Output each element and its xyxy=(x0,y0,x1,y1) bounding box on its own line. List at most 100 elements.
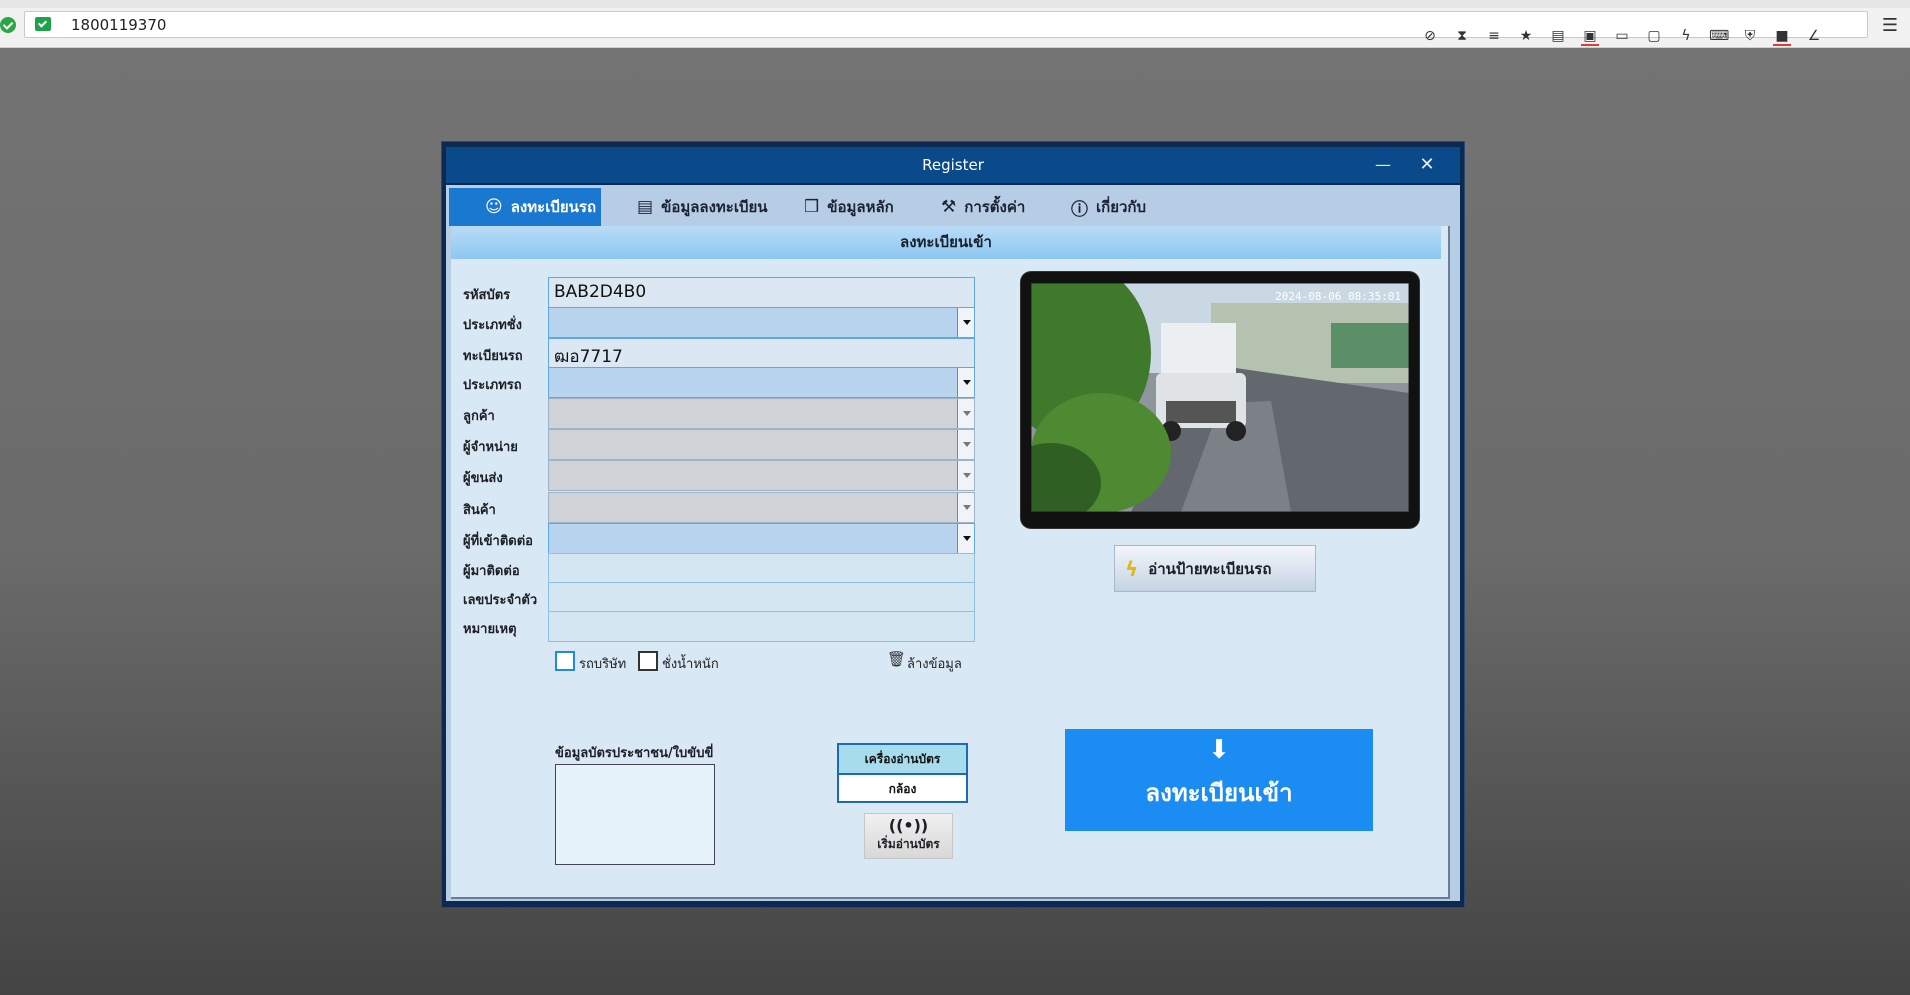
chevron-down-icon[interactable] xyxy=(957,308,974,337)
hourglass-icon[interactable]: ⧗ xyxy=(1453,28,1471,44)
browser-toolbar: 1800119370 ⊘ ⧗ ≡ ★ ▤ ▣ ▭ ▢ ϟ ⌨ ⛨ ■ ∠ ☰ xyxy=(0,0,1910,48)
download-arrow-icon: ⬇ xyxy=(1208,735,1230,765)
plate-field[interactable]: ฒอ7717 xyxy=(548,338,975,369)
shield-icon[interactable]: ⛨ xyxy=(1741,28,1759,44)
chevron-down-icon[interactable] xyxy=(957,399,974,428)
tab-label: การตั้งค่า xyxy=(964,198,1026,216)
host-contact-select[interactable] xyxy=(548,523,975,554)
visitor-label: ผู้มาติดต่อ xyxy=(463,564,520,579)
supplier-select[interactable] xyxy=(548,429,975,460)
car-icon: ☺ xyxy=(485,197,503,217)
section-title: ลงทะเบียนเข้า xyxy=(451,226,1441,259)
reader-icon[interactable]: ■ xyxy=(1773,28,1791,46)
weigh-type-label: ประเภทชั่ง xyxy=(463,318,522,333)
weigh-checkbox[interactable] xyxy=(638,651,658,671)
menu-icon[interactable]: ☰ xyxy=(1882,15,1898,36)
chevron-down-icon[interactable] xyxy=(957,430,974,459)
tab-master-data[interactable]: ❒ ข้อมูลหลัก xyxy=(794,188,924,226)
visitor-field[interactable] xyxy=(548,553,975,584)
card-id-field[interactable]: BAB2D4B0 xyxy=(548,277,975,308)
pen-icon[interactable]: ∠ xyxy=(1805,28,1823,44)
camera-timestamp: 2024-08-06 08:35:01 xyxy=(1275,290,1401,303)
register-in-panel: ลงทะเบียนเข้า รหัสบัตร BAB2D4B0 ประเภทชั… xyxy=(451,226,1450,899)
tab-label: ข้อมูลลงทะเบียน xyxy=(661,198,768,216)
carrier-label: ผู้ขนส่ง xyxy=(463,471,503,486)
tab-about[interactable]: ⓘ เกี่ยวกับ xyxy=(1061,188,1191,226)
tab-strip xyxy=(0,0,1910,8)
title-bar[interactable]: Register — ✕ xyxy=(446,147,1460,183)
host-contact-label: ผู้ที่เข้าติดต่อ xyxy=(463,534,533,549)
monitor-icon[interactable]: ▭ xyxy=(1613,28,1631,44)
register-in-button[interactable]: ⬇ ลงทะเบียนเข้า xyxy=(1065,729,1373,831)
keyboard-icon[interactable]: ⌨ xyxy=(1709,28,1729,44)
reader-option-camera[interactable]: กล้อง xyxy=(839,775,966,803)
customer-label: ลูกค้า xyxy=(463,409,495,424)
start-read-card-button[interactable]: ((•)) เริ่มอ่านบัตร xyxy=(864,813,953,859)
site-badge-icon[interactable] xyxy=(35,17,51,31)
camera-view: 2024-08-06 08:35:01 xyxy=(1031,283,1409,512)
product-label: สินค้า xyxy=(463,503,496,518)
window-title: Register xyxy=(922,156,984,174)
vehicle-type-select[interactable] xyxy=(548,367,975,398)
card-id-value: BAB2D4B0 xyxy=(554,282,647,302)
reader-source-select[interactable]: เครื่องอ่านบัตร กล้อง xyxy=(837,743,968,803)
chevron-down-icon[interactable] xyxy=(957,368,974,397)
company-car-label: รถบริษัท xyxy=(579,657,627,672)
info-icon: ⓘ xyxy=(1071,199,1088,220)
chevron-down-icon[interactable] xyxy=(957,461,974,490)
company-car-checkbox[interactable] xyxy=(555,651,575,671)
wireless-signal-icon: ((•)) xyxy=(888,816,929,835)
tab-registration-data[interactable]: ▤ ข้อมูลลงทะเบียน xyxy=(627,188,787,226)
document-icon: ▤ xyxy=(637,197,654,217)
read-plate-button[interactable]: ϟ อ่านป้ายทะเบียนรถ xyxy=(1114,545,1316,592)
tab-register-vehicle[interactable]: ☺ ลงทะเบียนรถ xyxy=(449,188,601,226)
extension-icons: ⊘ ⧗ ≡ ★ ▤ ▣ ▭ ▢ ϟ ⌨ ⛨ ■ ∠ xyxy=(1421,28,1823,46)
page-icon[interactable]: ▤ xyxy=(1549,28,1567,44)
customer-select[interactable] xyxy=(548,398,975,429)
minimize-button[interactable]: — xyxy=(1368,153,1398,177)
tab-settings[interactable]: ⚒ การตั้งค่า xyxy=(931,188,1061,226)
badge-icon[interactable]: ▣ xyxy=(1581,28,1599,46)
star-icon[interactable]: ★ xyxy=(1517,28,1535,44)
id-number-label: เลขประจำตัว xyxy=(463,593,538,608)
window-content: ☺ ลงทะเบียนรถ ▤ ข้อมูลลงทะเบียน ❒ ข้อมูล… xyxy=(446,185,1460,901)
trash-icon[interactable]: 🗑 xyxy=(887,650,906,668)
address-bar[interactable]: 1800119370 ⊘ ⧗ ≡ ★ ▤ ▣ ▭ ▢ ϟ ⌨ ⛨ ■ ∠ xyxy=(24,11,1868,46)
supplier-label: ผู้จำหน่าย xyxy=(463,440,518,455)
camera-frame: 2024-08-06 08:35:01 xyxy=(1021,272,1419,528)
chevron-down-icon[interactable] xyxy=(957,493,974,522)
comment-icon[interactable]: ▢ xyxy=(1645,28,1663,44)
wrench-icon: ⚒ xyxy=(941,197,957,217)
close-button[interactable]: ✕ xyxy=(1412,153,1442,177)
note-label: หมายเหตุ xyxy=(463,622,517,637)
box-icon: ❒ xyxy=(804,197,820,217)
tab-label: ลงทะเบียนรถ xyxy=(510,198,597,216)
lightning-icon[interactable]: ϟ xyxy=(1677,28,1695,44)
card-id-label: รหัสบัตร xyxy=(463,288,511,303)
carrier-select[interactable] xyxy=(548,460,975,491)
chevron-down-icon[interactable] xyxy=(957,524,974,553)
database-icon[interactable]: ≡ xyxy=(1485,28,1503,44)
tracking-block-icon[interactable]: ⊘ xyxy=(1421,28,1439,44)
note-field[interactable] xyxy=(548,611,975,642)
start-read-card-label: เริ่มอ่านบัตร xyxy=(877,837,940,851)
weigh-type-select[interactable] xyxy=(548,307,975,338)
camera-scene xyxy=(1031,283,1409,512)
product-select[interactable] xyxy=(548,492,975,523)
connection-secure-icon[interactable] xyxy=(0,17,16,33)
register-in-label: ลงทะเบียนเข้า xyxy=(1145,779,1293,807)
clear-data-button[interactable]: ล้างข้อมูล xyxy=(907,653,962,674)
vehicle-type-label: ประเภทรถ xyxy=(463,378,522,393)
idcard-photo-box xyxy=(555,764,715,865)
weigh-label: ชั่งน้ำหนัก xyxy=(662,657,719,672)
idcard-label: ข้อมูลบัตรประชาชน/ใบขับขี่ xyxy=(555,746,714,761)
tab-label: ข้อมูลหลัก xyxy=(827,198,894,216)
id-number-field[interactable] xyxy=(548,582,975,613)
reader-option-card-reader[interactable]: เครื่องอ่านบัตร xyxy=(839,745,966,775)
register-window: Register — ✕ ☺ ลงทะเบียนรถ ▤ ข้อมูลลงทะเ… xyxy=(441,141,1465,908)
address-text[interactable]: 1800119370 xyxy=(71,16,166,34)
read-plate-label: อ่านป้ายทะเบียนรถ xyxy=(1148,559,1272,578)
plate-label: ทะเบียนรถ xyxy=(463,349,523,364)
plate-value: ฒอ7717 xyxy=(554,347,623,367)
tab-label: เกี่ยวกับ xyxy=(1096,198,1147,216)
